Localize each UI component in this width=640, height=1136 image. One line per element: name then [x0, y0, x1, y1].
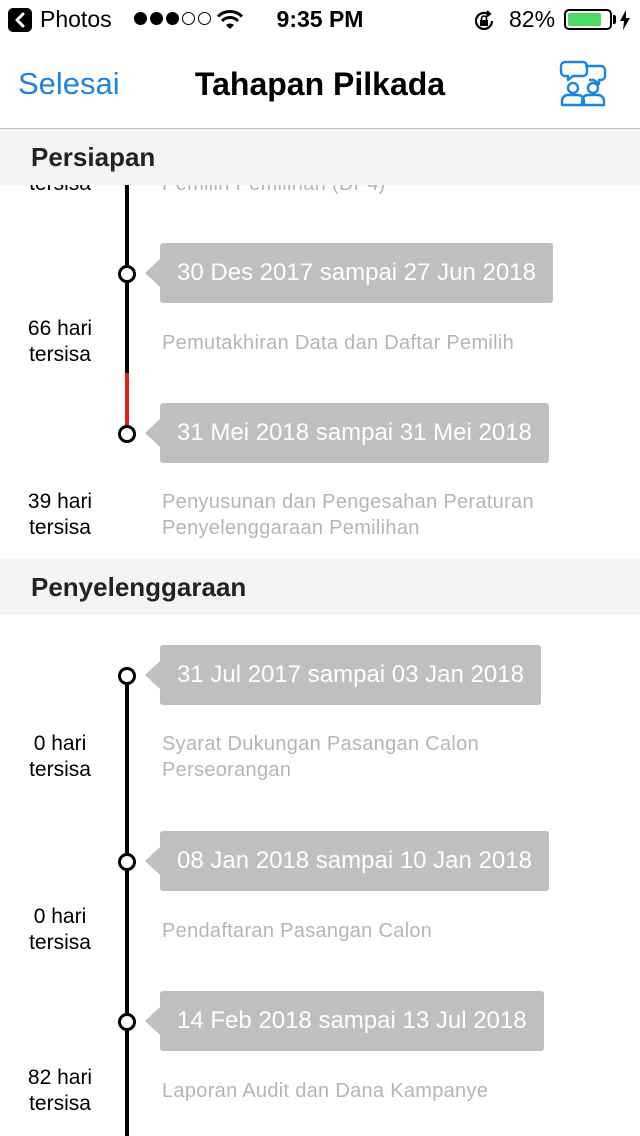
rotation-lock-icon — [474, 10, 494, 30]
section-header-penyelenggaraan: Penyelenggaraan — [0, 559, 640, 615]
remaining-days: 39 hari tersisa — [27, 490, 93, 539]
remaining-days: 66 hari tersisa — [27, 317, 93, 366]
remaining-days: 82 hari tersisa — [27, 1066, 93, 1115]
section-title: Persiapan — [31, 142, 156, 172]
people-chat-icon[interactable] — [557, 58, 609, 108]
battery-cap — [613, 15, 616, 24]
stage-description: Pendaftaran Pasangan Calon — [162, 920, 433, 942]
timeline-node — [118, 1013, 136, 1031]
section-header-persiapan: Persiapan — [0, 129, 640, 185]
stage-description: Pemutakhiran Data dan Daftar Pemilih — [162, 332, 515, 354]
date-range-bubble[interactable]: 14 Feb 2018 sampai 13 Jul 2018 — [145, 991, 544, 1051]
section-title: Penyelenggaraan — [31, 572, 247, 602]
charging-bolt-icon — [620, 10, 630, 30]
date-range-bubble[interactable]: 31 Jul 2017 sampai 03 Jan 2018 — [145, 645, 541, 705]
battery-icon — [564, 9, 612, 30]
remaining-days: 0 hari tersisa — [29, 905, 91, 954]
stage-description: Laporan Audit dan Dana Kampanye — [162, 1080, 489, 1102]
date-range-bubble[interactable]: 30 Des 2017 sampai 27 Jun 2018 — [145, 243, 553, 303]
page-title: Tahapan Pilkada — [194, 66, 446, 102]
timeline-node — [118, 425, 136, 443]
date-range-bubble[interactable]: 08 Jan 2018 sampai 10 Jan 2018 — [145, 831, 549, 891]
timeline-line — [125, 680, 129, 1136]
timeline-current-segment — [125, 373, 129, 428]
status-bar: Photos 9:35 PM 82% — [0, 0, 640, 40]
stage-description: Penyusunan dan Pengesahan Peraturan Penye… — [162, 491, 534, 539]
battery-percent: 82% — [509, 6, 556, 32]
navigation-bar: Selesai Tahapan Pilkada — [0, 40, 640, 129]
remaining-days: 0 hari tersisa — [29, 732, 91, 781]
date-range-bubble[interactable]: 31 Mei 2018 sampai 31 Mei 2018 — [145, 403, 549, 463]
timeline-node — [118, 853, 136, 871]
stage-description: Syarat Dukungan Pasangan Calon Perseorang… — [162, 733, 479, 781]
timeline-node — [118, 667, 136, 685]
timeline-node — [118, 265, 136, 283]
